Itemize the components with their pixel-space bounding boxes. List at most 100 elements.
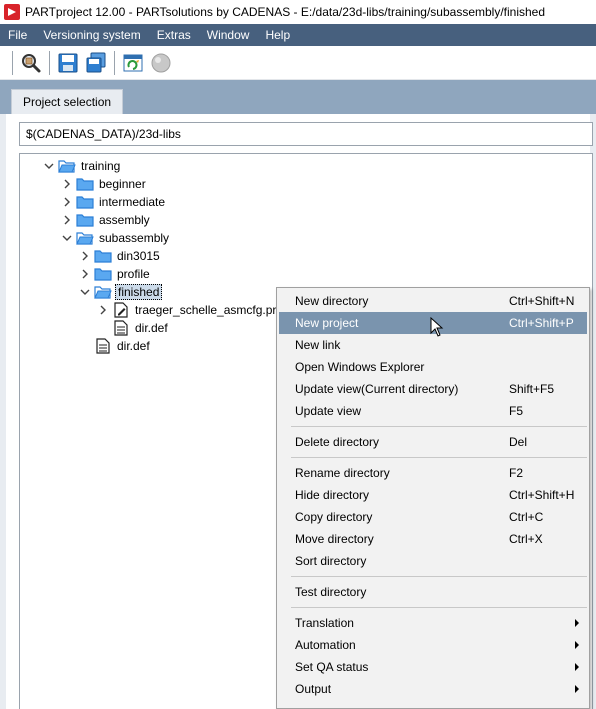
folder-icon <box>76 212 94 228</box>
folder-icon <box>94 266 112 282</box>
menu-versioning-system[interactable]: Versioning system <box>35 24 148 46</box>
menu-window[interactable]: Window <box>199 24 258 46</box>
menu-item-label: Delete directory <box>295 435 380 449</box>
tree-node-subassembly[interactable]: subassembly <box>60 229 171 247</box>
menu-item-new-directory[interactable]: New directory Ctrl+Shift+N <box>279 290 587 312</box>
tree-node-assembly[interactable]: assembly <box>60 211 152 229</box>
tree-node-din3015[interactable]: din3015 <box>78 247 162 265</box>
file-icon <box>112 320 130 336</box>
tree-node-label: dir.def <box>117 339 150 353</box>
chevron-right-icon[interactable] <box>60 177 74 191</box>
submenu-arrow-icon <box>575 619 579 627</box>
menu-item-set-qa-status[interactable]: Set QA status <box>279 656 587 678</box>
menu-separator <box>291 457 587 458</box>
tree-node-beginner[interactable]: beginner <box>60 175 148 193</box>
chevron-down-icon[interactable] <box>60 231 74 245</box>
chevron-down-icon[interactable] <box>78 285 92 299</box>
menu-item-label: Copy directory <box>295 510 373 524</box>
folder-open-icon <box>76 230 94 246</box>
tree-node-dir-def[interactable]: dir.def <box>92 337 152 355</box>
menu-item-label: New directory <box>295 294 369 308</box>
title-bar: PARTproject 12.00 - PARTsolutions by CAD… <box>0 0 596 24</box>
menu-item-shortcut: Ctrl+Shift+P <box>509 316 574 330</box>
context-menu: New directory Ctrl+Shift+N New project C… <box>276 287 590 709</box>
tree-node-label: training <box>81 159 121 173</box>
menu-help[interactable]: Help <box>257 24 298 46</box>
tree-node-label: profile <box>117 267 150 281</box>
tree-node-label: din3015 <box>117 249 160 263</box>
tab-project-selection[interactable]: Project selection <box>11 89 124 114</box>
toolbar-separator <box>49 50 50 75</box>
tab-strip: Project selection <box>0 80 596 114</box>
menu-item-label: Automation <box>295 638 356 652</box>
menu-item-shortcut: Ctrl+Shift+H <box>509 488 575 502</box>
menu-item-rename-directory[interactable]: Rename directory F2 <box>279 462 587 484</box>
chevron-right-icon[interactable] <box>60 213 74 227</box>
menu-item-update-view[interactable]: Update view F5 <box>279 400 587 422</box>
save-icon <box>58 53 78 72</box>
tree-node-finished[interactable]: finished <box>78 283 163 301</box>
tree-node-label: subassembly <box>99 231 170 245</box>
folder-open-icon <box>94 284 112 300</box>
app-icon <box>4 4 20 20</box>
menu-item-delete-directory[interactable]: Delete directory Del <box>279 431 587 453</box>
menu-item-shortcut: Del <box>509 435 528 449</box>
menu-item-output[interactable]: Output <box>279 678 587 700</box>
menu-item-label: Translation <box>295 616 354 630</box>
chevron-right-icon[interactable] <box>60 195 74 209</box>
refresh-button[interactable] <box>119 49 147 77</box>
toolbar <box>0 46 596 80</box>
menu-item-label: Open Windows Explorer <box>295 360 425 374</box>
menu-item-hide-directory[interactable]: Hide directory Ctrl+Shift+H <box>279 484 587 506</box>
menu-bar: File Versioning system Extras Window Hel… <box>0 24 596 46</box>
chevron-right-icon[interactable] <box>78 249 92 263</box>
tree-node-dir-def[interactable]: dir.def <box>110 319 170 337</box>
menu-item-new-link[interactable]: New link <box>279 334 587 356</box>
tree-node-intermediate[interactable]: intermediate <box>60 193 167 211</box>
save-button[interactable] <box>54 49 82 77</box>
menu-item-sort-directory[interactable]: Sort directory <box>279 550 587 572</box>
menu-item-label: Rename directory <box>295 466 390 480</box>
menu-file[interactable]: File <box>0 24 35 46</box>
toolbar-separator <box>12 50 13 75</box>
menu-item-shortcut: Ctrl+Shift+N <box>509 294 575 308</box>
menu-item-shortcut: F2 <box>509 466 524 480</box>
globe-button[interactable] <box>147 49 175 77</box>
menu-item-open-windows-explorer[interactable]: Open Windows Explorer <box>279 356 587 378</box>
path-field[interactable]: $(CADENAS_DATA)/23d-libs <box>19 122 593 146</box>
tree-node-profile[interactable]: profile <box>78 265 152 283</box>
tree-node-label: finished <box>115 284 163 300</box>
chevron-right-icon[interactable] <box>78 267 92 281</box>
refresh-icon <box>123 54 143 71</box>
menu-item-label: Hide directory <box>295 488 370 502</box>
menu-item-shortcut: Shift+F5 <box>509 382 555 396</box>
menu-item-automation[interactable]: Automation <box>279 634 587 656</box>
menu-item-shortcut: Ctrl+X <box>509 532 543 546</box>
menu-item-label: Move directory <box>295 532 374 546</box>
chevron-down-icon[interactable] <box>42 159 56 173</box>
menu-item-label: New link <box>295 338 341 352</box>
menu-item-label: Test directory <box>295 585 367 599</box>
folder-icon <box>94 248 112 264</box>
submenu-arrow-icon <box>575 641 579 649</box>
menu-item-update-view-current[interactable]: Update view(Current directory) Shift+F5 <box>279 378 587 400</box>
menu-item-label: New project <box>295 316 359 330</box>
tree-node-label: assembly <box>99 213 150 227</box>
chevron-right-icon[interactable] <box>96 303 110 317</box>
tree-node-training[interactable]: training <box>42 157 122 175</box>
tree-node-project[interactable]: traeger_schelle_asmcfg.prj <box>96 301 281 319</box>
save-all-button[interactable] <box>82 49 110 77</box>
menu-item-label: Set QA status <box>295 660 369 674</box>
tree-node-label: traeger_schelle_asmcfg.prj <box>135 303 280 317</box>
save-all-icon <box>86 52 106 72</box>
menu-separator <box>291 607 587 608</box>
search-button[interactable] <box>17 49 45 77</box>
menu-item-move-directory[interactable]: Move directory Ctrl+X <box>279 528 587 550</box>
menu-item-translation[interactable]: Translation <box>279 612 587 634</box>
menu-extras[interactable]: Extras <box>149 24 199 46</box>
menu-item-label: Update view(Current directory) <box>295 382 459 396</box>
search-icon <box>22 53 41 72</box>
menu-item-copy-directory[interactable]: Copy directory Ctrl+C <box>279 506 587 528</box>
submenu-arrow-icon <box>575 663 579 671</box>
menu-item-test-directory[interactable]: Test directory <box>279 581 587 603</box>
